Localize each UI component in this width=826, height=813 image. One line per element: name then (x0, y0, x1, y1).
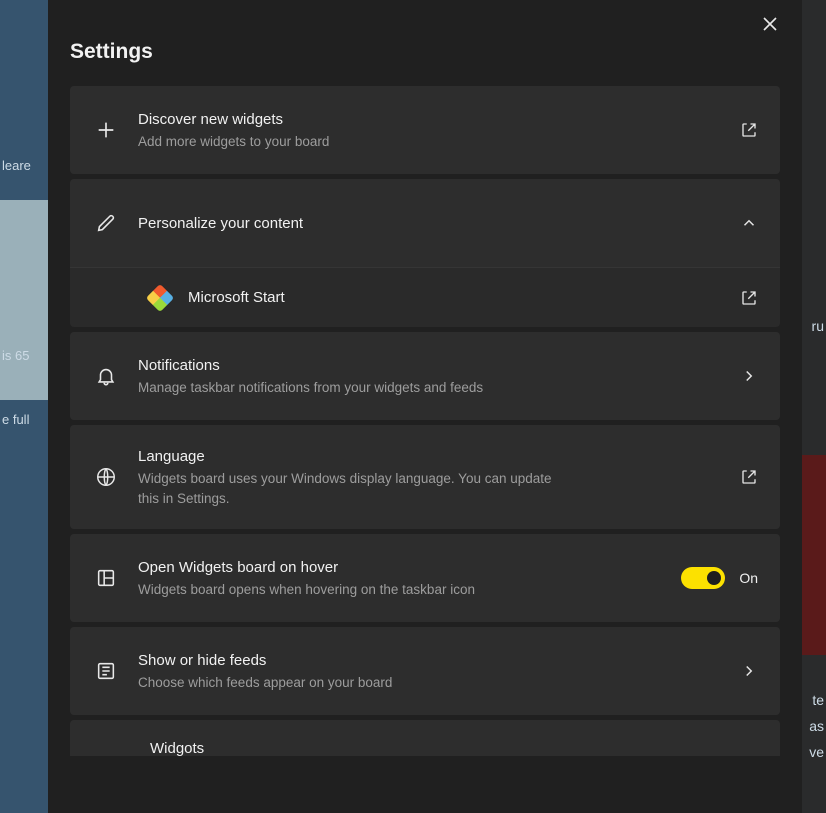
bg-text-full: e full (2, 412, 29, 427)
row-texts: Notifications Manage taskbar notificatio… (138, 355, 720, 398)
background-left-strip (0, 0, 48, 813)
row-texts: Discover new widgets Add more widgets to… (138, 109, 720, 152)
row-title: Language (138, 446, 720, 467)
row-texts: Open Widgets board on hover Widgets boar… (138, 557, 661, 600)
close-icon (760, 14, 780, 34)
row-notifications[interactable]: Notifications Manage taskbar notificatio… (70, 332, 780, 420)
bg-text-as: as (809, 718, 824, 734)
microsoft-start-icon (146, 283, 174, 311)
row-trailing (740, 468, 758, 486)
row-trailing (740, 367, 758, 385)
chevron-right-icon (740, 367, 758, 385)
bg-text-leare: leare (2, 158, 31, 173)
row-texts: Show or hide feeds Choose which feeds ap… (138, 650, 720, 693)
row-title: Personalize your content (138, 213, 720, 234)
settings-panel: Settings Discover new widgets Add more w… (48, 0, 802, 813)
bg-text-ru: ru (812, 318, 824, 334)
widgets-board-icon (94, 566, 118, 590)
open-external-icon (740, 289, 758, 307)
row-title: Notifications (138, 355, 720, 376)
row-title: Open Widgets board on hover (138, 557, 661, 578)
row-title: Widgots (150, 738, 756, 756)
row-personalize-content[interactable]: Personalize your content (70, 179, 780, 267)
bg-text-ve: ve (809, 744, 824, 760)
row-subtitle: Choose which feeds appear on your board (138, 673, 720, 693)
row-widgets-partial[interactable]: Widgots (70, 720, 780, 756)
row-feeds[interactable]: Show or hide feeds Choose which feeds ap… (70, 627, 780, 715)
row-title: Microsoft Start (188, 287, 720, 308)
open-external-icon (740, 121, 758, 139)
pencil-icon (94, 211, 118, 235)
language-icon (94, 465, 118, 489)
row-language[interactable]: Language Widgets board uses your Windows… (70, 425, 780, 529)
close-button[interactable] (760, 14, 780, 34)
row-subtitle: Manage taskbar notifications from your w… (138, 378, 720, 398)
chevron-right-icon (740, 662, 758, 680)
bell-icon (94, 364, 118, 388)
hover-toggle[interactable] (681, 567, 725, 589)
bg-text-te: te (812, 692, 824, 708)
row-trailing (740, 289, 758, 307)
row-trailing (740, 662, 758, 680)
row-subtitle: Widgets board uses your Windows display … (138, 469, 558, 508)
feeds-icon (94, 659, 118, 683)
row-open-on-hover: Open Widgets board on hover Widgets boar… (70, 534, 780, 622)
row-subtitle: Widgets board opens when hovering on the… (138, 580, 661, 600)
row-texts: Language Widgets board uses your Windows… (138, 446, 720, 508)
plus-icon (94, 118, 118, 142)
row-title: Show or hide feeds (138, 650, 720, 671)
row-discover-widgets[interactable]: Discover new widgets Add more widgets to… (70, 86, 780, 174)
row-trailing: On (681, 567, 758, 589)
hover-toggle-label: On (739, 570, 758, 586)
page-title: Settings (48, 0, 802, 86)
chevron-up-icon (740, 214, 758, 232)
open-external-icon (740, 468, 758, 486)
row-title: Discover new widgets (138, 109, 720, 130)
row-subtitle: Add more widgets to your board (138, 132, 720, 152)
row-texts: Microsoft Start (188, 287, 720, 308)
background-right-lower (802, 455, 826, 655)
row-trailing (740, 214, 758, 232)
settings-list: Discover new widgets Add more widgets to… (48, 86, 802, 756)
row-trailing (740, 121, 758, 139)
row-microsoft-start[interactable]: Microsoft Start (70, 267, 780, 327)
bg-text-is65: is 65 (2, 348, 29, 363)
row-texts: Personalize your content (138, 213, 720, 234)
